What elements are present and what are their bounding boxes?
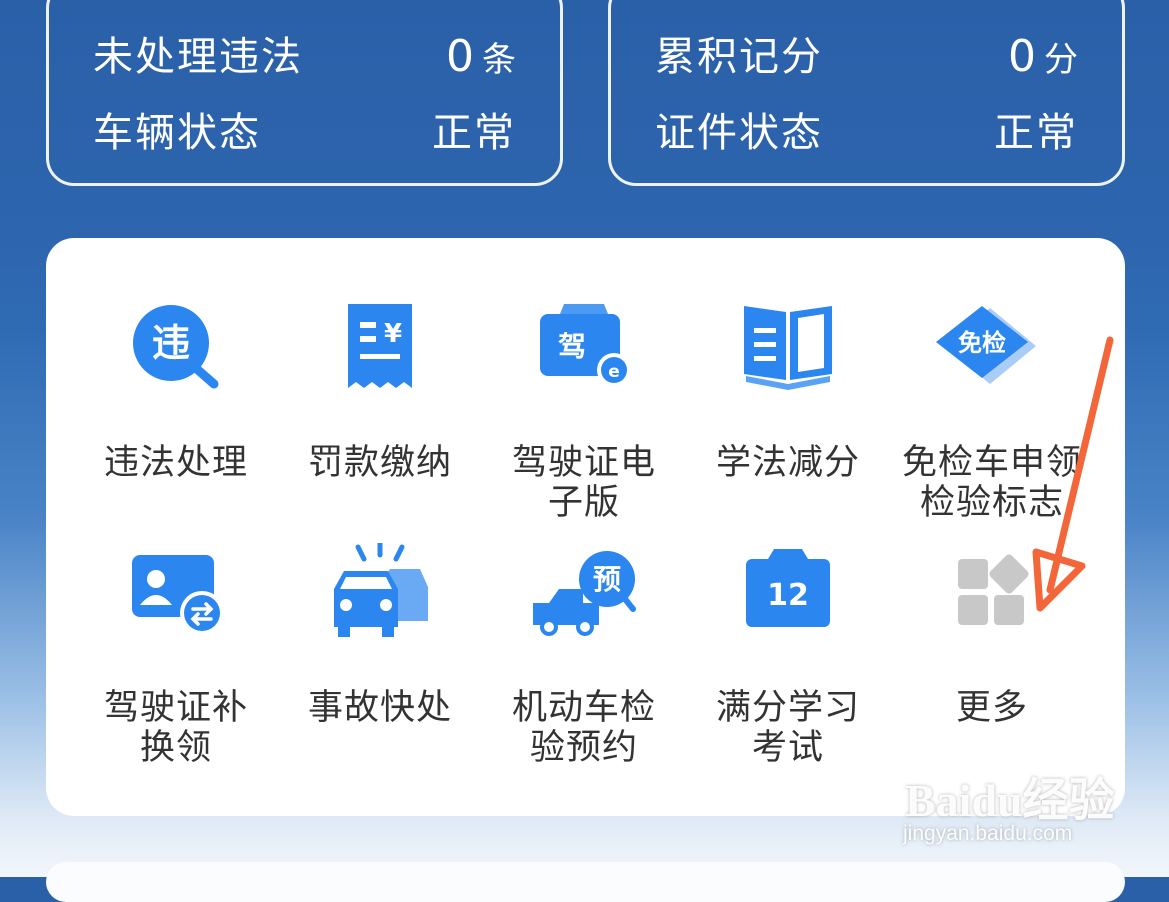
svg-text:¥: ¥ bbox=[384, 319, 402, 349]
vehicle-status-label: 车辆状态 bbox=[93, 110, 261, 156]
accumulated-points-label: 累积记分 bbox=[655, 34, 823, 80]
violation-summary-card[interactable]: 未处理违法 0条 车辆状态 正常 bbox=[46, 0, 563, 186]
vehicle-status-value: 正常 bbox=[432, 110, 516, 156]
e-license-icon: 驾 e bbox=[540, 304, 631, 387]
violation-search-icon: 违 bbox=[133, 305, 219, 389]
svg-text:驾: 驾 bbox=[558, 330, 586, 363]
next-section-card bbox=[46, 862, 1125, 902]
vehicle-status-row: 车辆状态 正常 bbox=[93, 103, 516, 163]
license-summary-card[interactable]: 累积记分 0分 证件状态 正常 bbox=[608, 0, 1125, 186]
unprocessed-violations-row: 未处理违法 0条 bbox=[93, 27, 516, 87]
accumulated-points-count: 0 bbox=[1008, 31, 1036, 82]
watermark-brand: Baidu经验 bbox=[905, 775, 1115, 826]
service-label-line2: 检验标志 bbox=[919, 483, 1064, 523]
service-label: 免检车申领 bbox=[901, 443, 1082, 483]
svg-text:12: 12 bbox=[767, 578, 809, 613]
accumulated-points-row: 累积记分 0分 bbox=[655, 27, 1078, 87]
license-status-value: 正常 bbox=[994, 110, 1078, 156]
services-grid-card: 违 违法处理 ¥ 罚款缴纳 驾 e 驾驶证电 子版 学法减分 免检 免检车申领 … bbox=[46, 238, 1125, 816]
service-label-line2: 子版 bbox=[547, 483, 620, 523]
unprocessed-violations-unit: 条 bbox=[482, 40, 516, 80]
accident-cars-icon bbox=[334, 543, 428, 637]
accumulated-points-unit: 分 bbox=[1044, 40, 1078, 80]
service-label: 更多 bbox=[955, 688, 1028, 728]
svg-text:免检: 免检 bbox=[958, 329, 1006, 357]
unprocessed-violations-label: 未处理违法 bbox=[93, 34, 303, 80]
license-replace-icon bbox=[132, 555, 224, 635]
svg-text:违: 违 bbox=[152, 321, 190, 365]
license-status-row: 证件状态 正常 bbox=[655, 103, 1078, 163]
more-grid-icon bbox=[958, 554, 1029, 625]
unprocessed-violations-count: 0 bbox=[446, 31, 474, 82]
inspection-exempt-icon: 免检 bbox=[936, 306, 1036, 384]
calendar-12-icon: 12 bbox=[746, 549, 830, 627]
svg-text:e: e bbox=[608, 362, 620, 382]
baidu-watermark: Baidu经验 jingyan.baidu.com bbox=[895, 750, 1115, 860]
book-icon bbox=[744, 306, 832, 390]
svg-text:预: 预 bbox=[593, 563, 621, 596]
watermark-url: jingyan.baidu.com bbox=[903, 822, 1073, 845]
fine-receipt-icon: ¥ bbox=[348, 304, 412, 388]
service-label-line2: 考试 bbox=[751, 728, 824, 768]
license-status-label: 证件状态 bbox=[655, 110, 823, 156]
service-label-line2: 换领 bbox=[139, 728, 212, 768]
truck-booking-icon: 预 bbox=[533, 551, 636, 636]
